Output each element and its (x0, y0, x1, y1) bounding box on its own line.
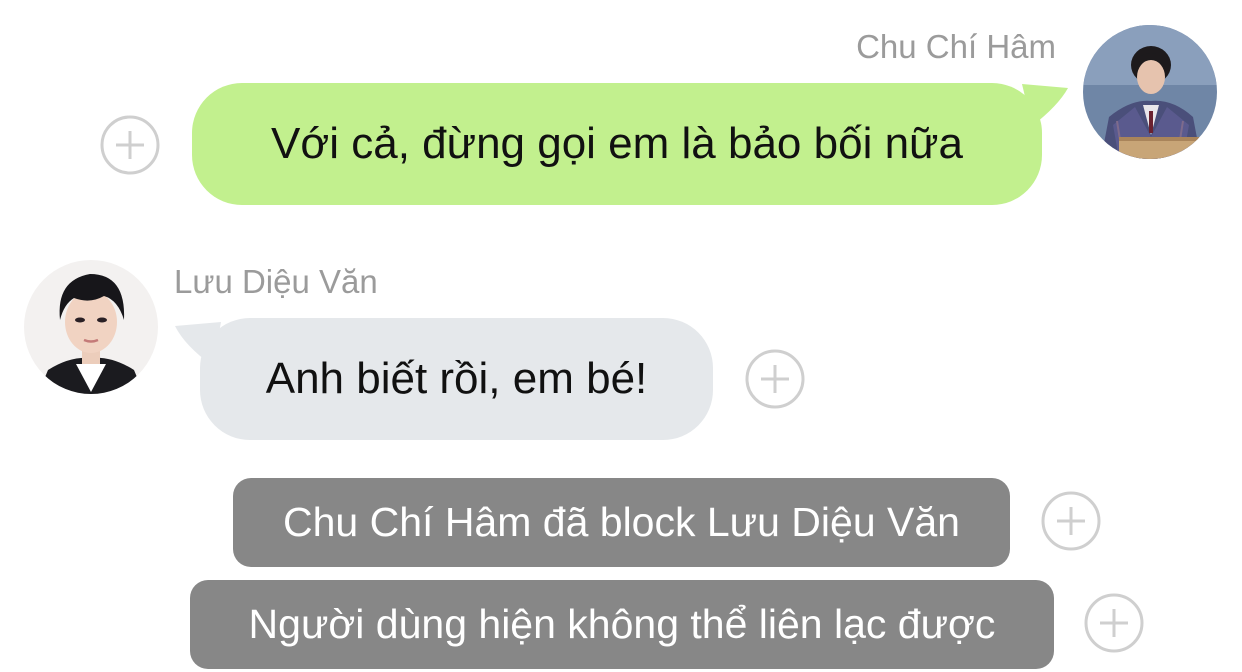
system-notice-blocked: Chu Chí Hâm đã block Lưu Diệu Văn (233, 478, 1010, 567)
add-reaction-button[interactable] (100, 115, 160, 175)
add-reaction-button[interactable] (1041, 491, 1101, 551)
plus-circle-icon (745, 349, 805, 409)
sender-name-luu-dieu-van: Lưu Diệu Văn (174, 263, 378, 300)
avatar-luu-dieu-van[interactable] (24, 260, 158, 394)
incoming-message-bubble[interactable]: Anh biết rồi, em bé! (200, 318, 713, 440)
system-notice-text: Chu Chí Hâm đã block Lưu Diệu Văn (283, 499, 960, 545)
bubble-tail-icon (1022, 84, 1068, 126)
message-text: Với cả, đừng gọi em là bảo bối nữa (271, 119, 963, 168)
outgoing-message-bubble[interactable]: Với cả, đừng gọi em là bảo bối nữa (192, 83, 1042, 205)
avatar-chu-chi-ham[interactable] (1083, 25, 1217, 159)
add-reaction-button[interactable] (1084, 593, 1144, 653)
plus-circle-icon (1084, 593, 1144, 653)
add-reaction-button[interactable] (745, 349, 805, 409)
message-text: Anh biết rồi, em bé! (265, 354, 648, 403)
plus-circle-icon (100, 115, 160, 175)
plus-circle-icon (1041, 491, 1101, 551)
avatar-photo-icon (24, 260, 158, 394)
avatar-photo-icon (1083, 25, 1217, 159)
system-notice-unreachable: Người dùng hiện không thể liên lạc được (190, 580, 1054, 669)
sender-name-chu-chi-ham: Chu Chí Hâm (856, 28, 1056, 65)
system-notice-text: Người dùng hiện không thể liên lạc được (248, 601, 996, 647)
